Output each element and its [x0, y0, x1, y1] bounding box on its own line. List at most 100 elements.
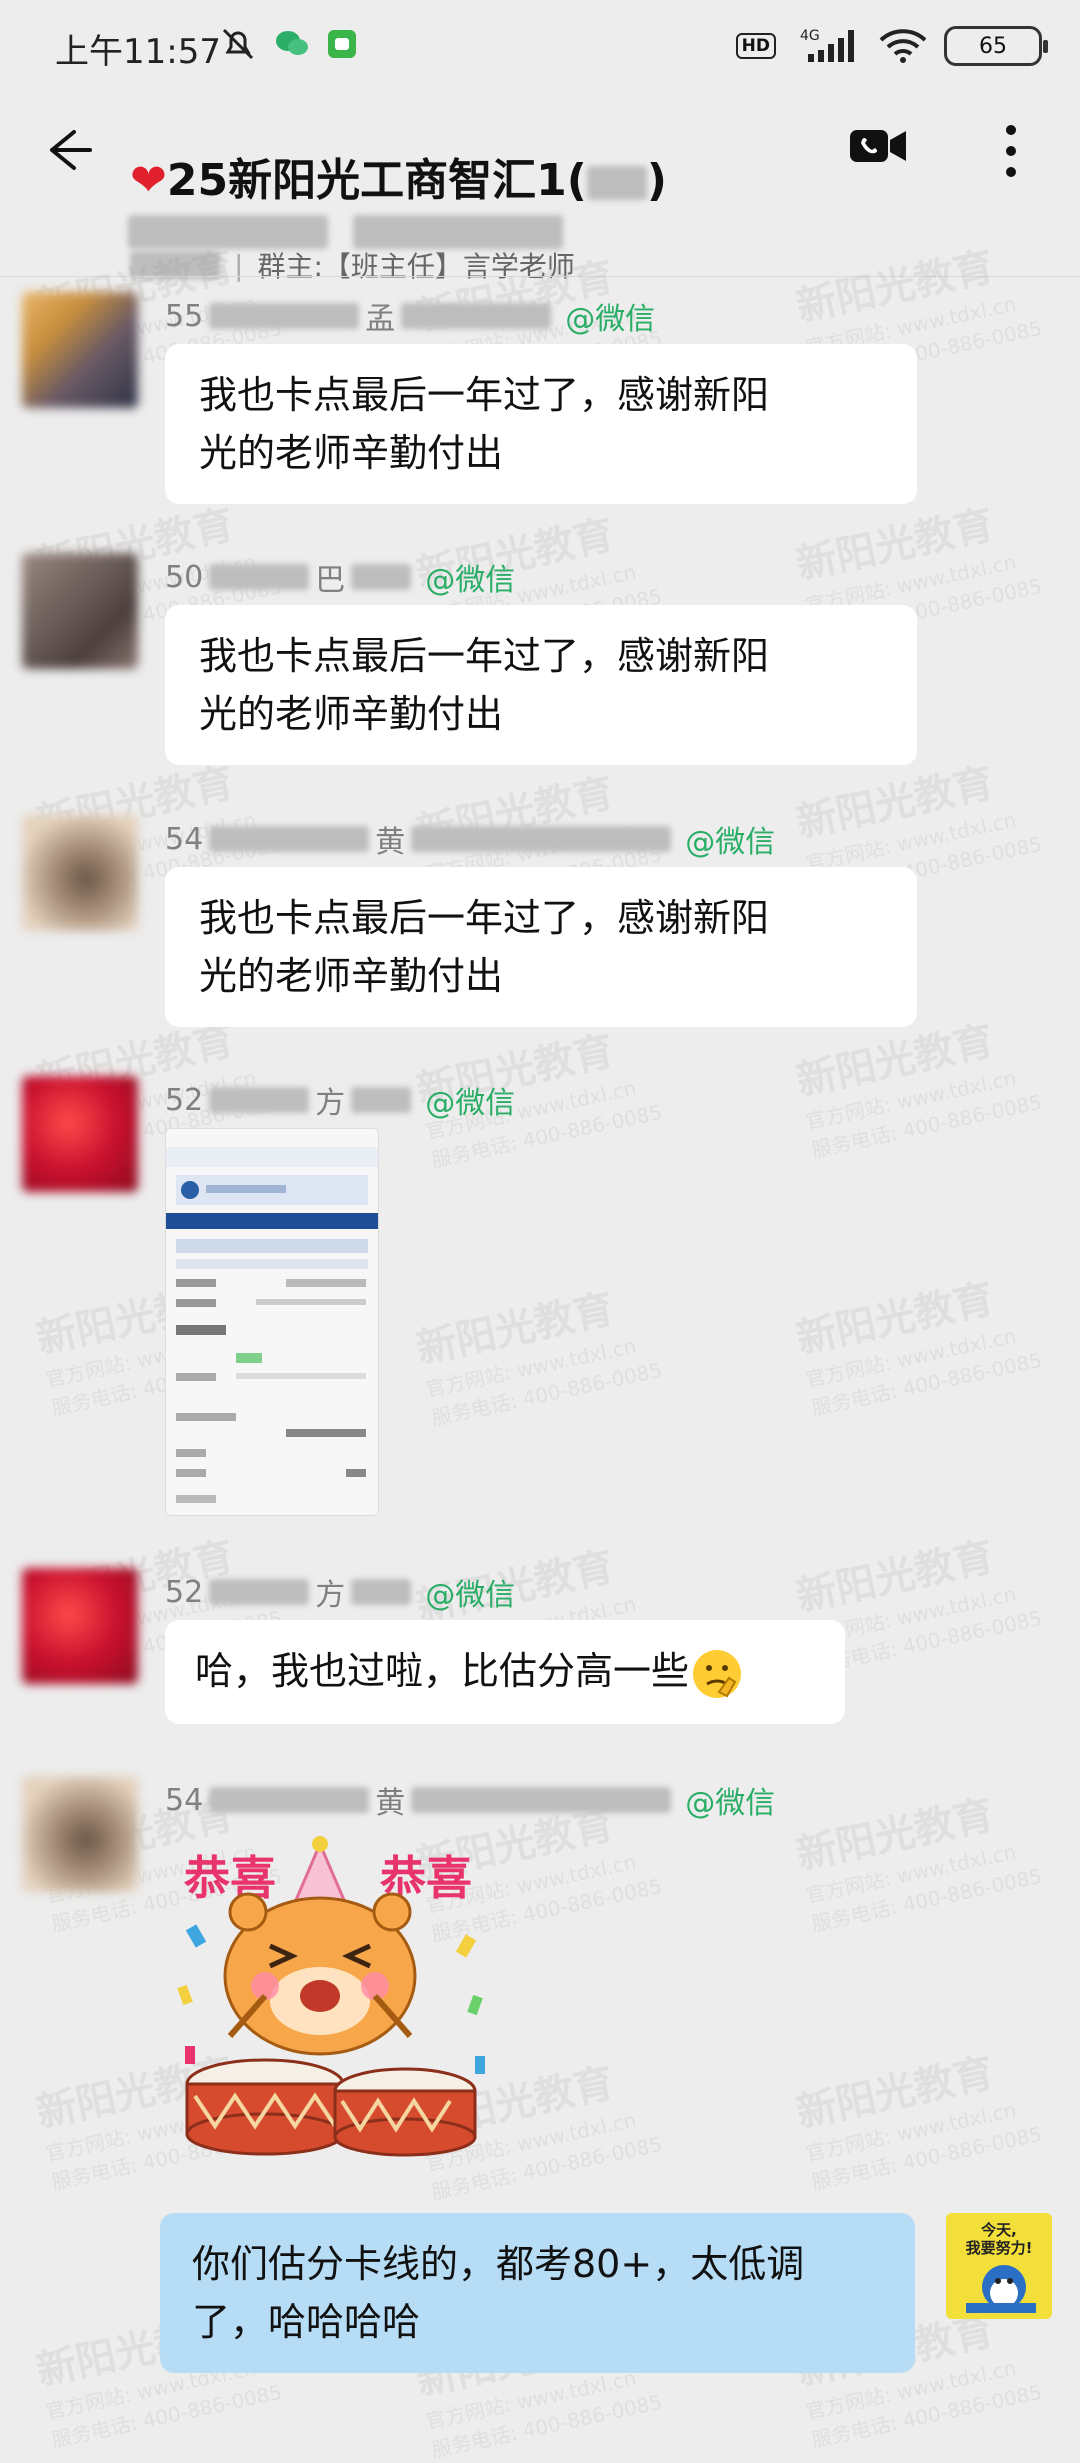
sender-char: 方 [315, 1086, 346, 1121]
pinned-notice[interactable] [128, 215, 564, 249]
sender-prefix: 54 [165, 1782, 204, 1818]
blurred-name [351, 564, 412, 590]
watermark-phone: 服务电话: 400-886-0085 [809, 1863, 1045, 1937]
sender-prefix: 52 [165, 1082, 204, 1118]
watermark: 新阳光教育官方网站: www.tdxl.cn服务电话: 400-886-0085 [791, 1775, 1045, 1937]
message-text-line: 我也卡点最后一年过了，感谢新阳 [199, 373, 770, 417]
network-type: 4G [800, 28, 820, 44]
blurred-name [209, 564, 310, 590]
message-bubble[interactable]: 我也卡点最后一年过了，感谢新阳 光的老师辛勤付出 [165, 867, 917, 1027]
message-text-line: 光的老师辛勤付出 [199, 954, 504, 998]
chat-subtitle: | 群主:【班主任】言学老师 [130, 245, 575, 285]
sender-prefix: 50 [165, 559, 204, 595]
watermark-brand: 新阳光教育 [792, 2049, 998, 2137]
hd-icon: HD [735, 33, 776, 59]
status-time: 上午11:57 [55, 32, 221, 72]
sender-name: 54 黄 @微信 [165, 817, 775, 861]
chat-title-text: 25新阳光工商智汇1( [166, 155, 587, 206]
own-avatar-text-line2: 我要努力! [966, 2239, 1033, 2257]
watermark: 新阳光教育官方网站: www.tdxl.cn服务电话: 400-886-0085 [791, 2033, 1045, 2195]
own-message-text-line: 你们估分卡线的，都考80+，太低调 [192, 2242, 805, 2286]
watermark-phone: 服务电话: 400-886-0085 [49, 2379, 285, 2453]
avatar[interactable] [22, 1076, 138, 1192]
wechat-notification-icon [276, 31, 308, 55]
message-text-line: 光的老师辛勤付出 [199, 692, 504, 736]
message-text-line: 我也卡点最后一年过了，感谢新阳 [199, 634, 770, 678]
wechat-source-tag: @微信 [685, 1786, 776, 1821]
blurred-name [209, 826, 370, 852]
watermark-phone: 服务电话: 400-886-0085 [429, 1357, 665, 1431]
blurred-name [209, 1787, 370, 1813]
blurred-name [411, 826, 672, 852]
mute-icon [222, 28, 254, 60]
app-notification-icon [328, 30, 356, 58]
status-right-icons: HD 4G 65 [735, 26, 1048, 66]
watermark-site: 官方网站: www.tdxl.cn [423, 1333, 639, 1402]
watermark-phone: 服务电话: 400-886-0085 [809, 2121, 1045, 2195]
sender-char: 巴 [315, 563, 346, 598]
blurred-name [209, 1087, 310, 1113]
avatar[interactable] [22, 1776, 138, 1892]
sticker-text-left: 恭喜 [183, 1851, 276, 1905]
watermark-phone: 服务电话: 400-886-0085 [809, 1089, 1045, 1163]
sender-name: 55 孟 @微信 [165, 294, 655, 338]
own-message-text-line: 了，哈哈哈哈 [192, 2300, 421, 2344]
message-bubble[interactable]: 哈，我也过啦，比估分高一些 [165, 1620, 845, 1724]
message-bubble[interactable]: 我也卡点最后一年过了，感谢新阳 光的老师辛勤付出 [165, 344, 917, 504]
video-call-icon[interactable] [848, 116, 908, 176]
sender-name: 50 巴 @微信 [165, 555, 515, 599]
status-bar: 上午11:57 HD 4G 65 [0, 0, 1080, 100]
chat-title-close: ) [646, 155, 667, 206]
watermark: 新阳光教育官方网站: www.tdxl.cn服务电话: 400-886-0085 [791, 1259, 1045, 1421]
watermark-site: 官方网站: www.tdxl.cn [803, 1065, 1019, 1134]
sender-char: 孟 [365, 302, 396, 337]
sender-char: 黄 [375, 825, 406, 860]
blurred-count [586, 166, 647, 200]
avatar[interactable] [22, 815, 138, 931]
own-avatar-image: 今天, 我要努力! [946, 2213, 1052, 2319]
battery-level: 65 [979, 33, 1007, 59]
heart-icon: ❤ [130, 155, 167, 206]
avatar[interactable] [22, 1568, 138, 1684]
message-bubble[interactable]: 我也卡点最后一年过了，感谢新阳 光的老师辛勤付出 [165, 605, 917, 765]
watermark-phone: 服务电话: 400-886-0085 [429, 2389, 665, 2463]
own-message-bubble[interactable]: 你们估分卡线的，都考80+，太低调 了，哈哈哈哈 [160, 2213, 915, 2373]
sender-name: 52 方 @微信 [165, 1570, 515, 1614]
avatar[interactable] [22, 292, 138, 408]
wechat-source-tag: @微信 [425, 1086, 516, 1121]
watermark-site: 官方网站: www.tdxl.cn [803, 1323, 1019, 1392]
wechat-source-tag: @微信 [565, 302, 656, 337]
watermark: 新阳光教育官方网站: www.tdxl.cn服务电话: 400-886-0085 [411, 1269, 665, 1431]
watermark-brand: 新阳光教育 [792, 1275, 998, 1363]
congratulations-sticker[interactable]: 恭喜 恭喜 [170, 1836, 500, 2166]
battery-indicator: 65 [944, 26, 1048, 66]
image-message[interactable] [165, 1128, 379, 1516]
sender-char: 黄 [375, 1786, 406, 1821]
blurred-name [351, 1579, 412, 1605]
wechat-source-tag: @微信 [425, 1578, 516, 1613]
status-left-icons [218, 26, 358, 62]
back-arrow-icon[interactable] [34, 120, 94, 180]
own-avatar[interactable]: 今天, 我要努力! [946, 2213, 1052, 2319]
thinking-emoji-icon [693, 1649, 742, 1698]
signal-icon: 4G [800, 28, 854, 62]
more-options-icon[interactable] [996, 116, 1026, 186]
sender-char: 方 [315, 1578, 346, 1613]
watermark-site: 官方网站: www.tdxl.cn [803, 1839, 1019, 1908]
sender-prefix: 54 [165, 821, 204, 857]
watermark-brand: 新阳光教育 [792, 1533, 998, 1621]
wifi-icon [879, 29, 927, 63]
avatar[interactable] [22, 553, 138, 669]
watermark-phone: 服务电话: 400-886-0085 [809, 1347, 1045, 1421]
blurred-name [411, 1787, 672, 1813]
blurred-name [209, 303, 360, 329]
wechat-source-tag: @微信 [425, 563, 516, 598]
watermark-brand: 新阳光教育 [792, 1791, 998, 1879]
blurred-name [351, 1087, 412, 1113]
screenshot-thumbnail [166, 1129, 378, 1515]
blurred-name [209, 1579, 310, 1605]
watermark-site: 官方网站: www.tdxl.cn [803, 2097, 1019, 2166]
chat-title: ❤25新阳光工商智汇1() [130, 144, 667, 208]
watermark-brand: 新阳光教育 [412, 1285, 618, 1373]
sender-prefix: 52 [165, 1574, 204, 1610]
